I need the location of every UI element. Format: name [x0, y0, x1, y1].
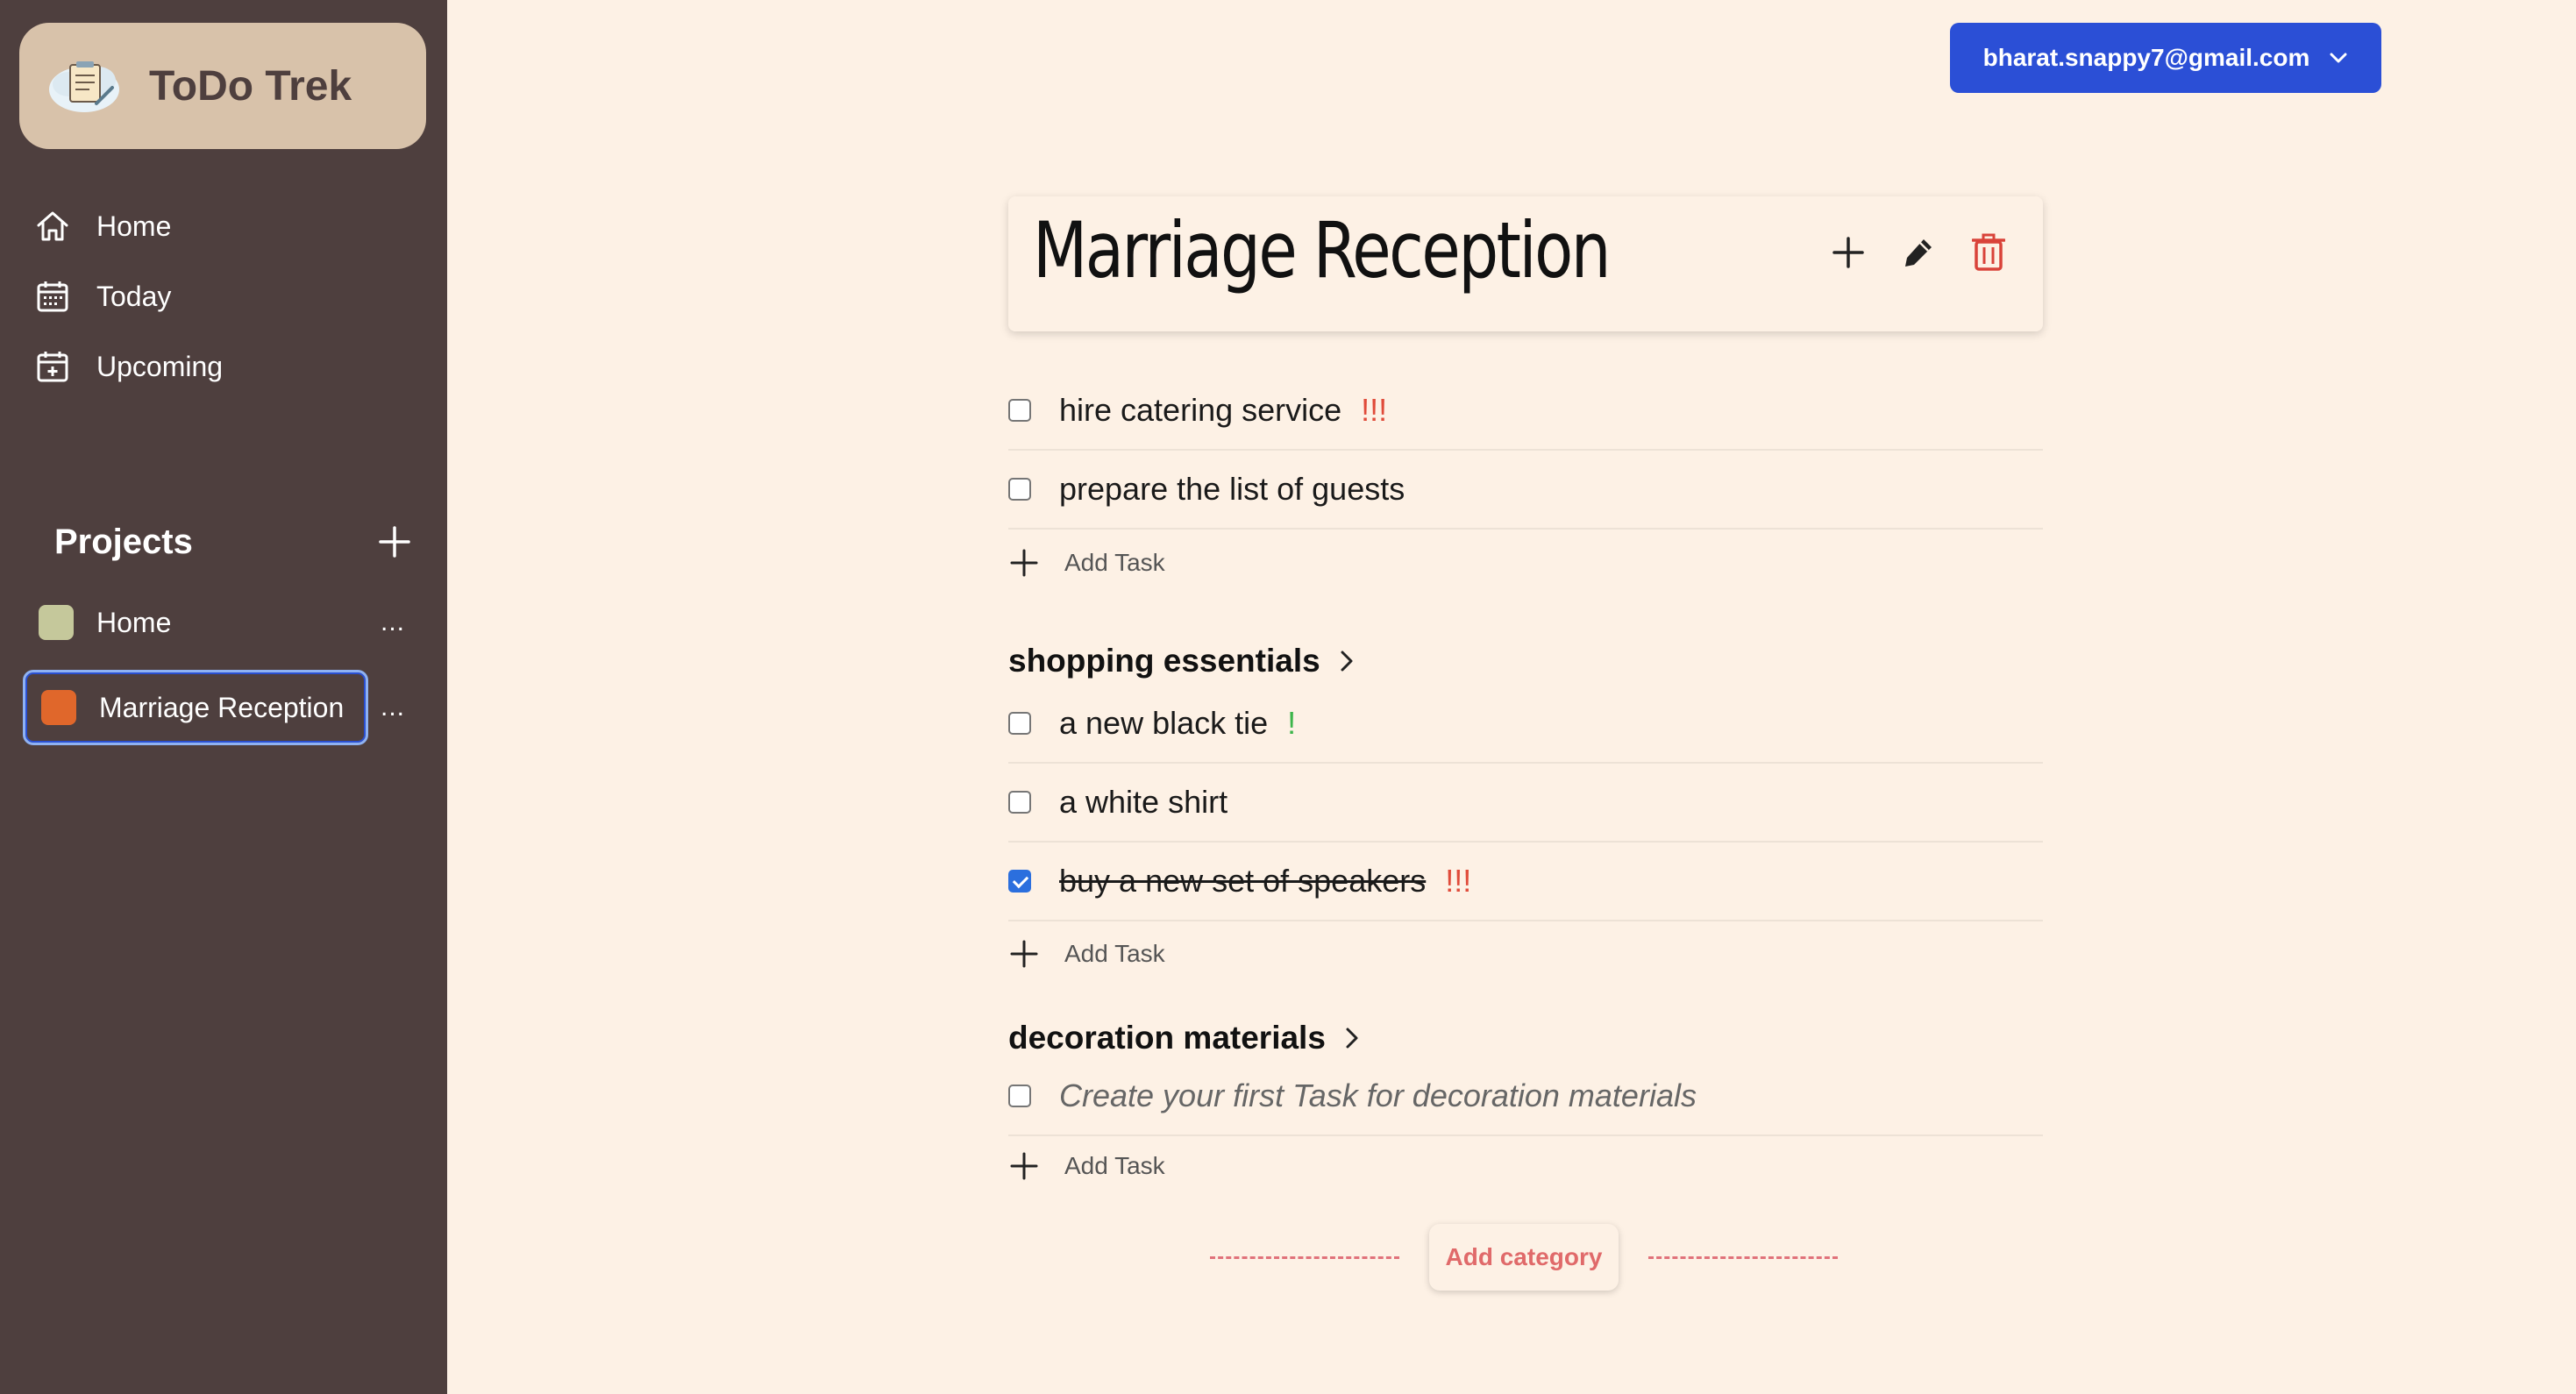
- account-email: bharat.snappy7@gmail.com: [1982, 44, 2310, 71]
- chevron-right-icon: [1341, 651, 1353, 672]
- edit-pen-icon[interactable]: [1899, 231, 1938, 274]
- project-row-home: Home ...: [23, 585, 409, 660]
- chevron-down-icon: [2330, 53, 2347, 63]
- project-color-swatch: [39, 605, 74, 640]
- add-task-button[interactable]: Add Task: [1008, 1140, 1165, 1192]
- priority-indicator: !!!: [1445, 863, 1472, 899]
- priority-indicator: !!!: [1361, 392, 1388, 428]
- account-dropdown[interactable]: bharat.snappy7@gmail.com: [1950, 23, 2381, 93]
- add-task-label: Add Task: [1064, 549, 1165, 576]
- sidebar: ToDo Trek Home Today Upcoming Projects H…: [0, 0, 447, 1394]
- add-category-row: Add category: [1210, 1224, 1838, 1291]
- divider: [1648, 1255, 1838, 1259]
- task-row: prepare the list of guests: [1008, 451, 2043, 530]
- task-checkbox-checked[interactable]: [1008, 870, 1031, 893]
- nav-item-today[interactable]: Today: [35, 270, 171, 323]
- task-row: a white shirt: [1008, 764, 2043, 843]
- task-title[interactable]: buy a new set of speakers: [1059, 863, 1426, 900]
- project-label: Marriage Reception: [99, 691, 345, 723]
- project-item-home[interactable]: Home: [23, 585, 368, 660]
- calendar-icon: [37, 281, 68, 312]
- nav-item-label: Today: [96, 280, 172, 312]
- nav-item-label: Upcoming: [96, 350, 224, 382]
- add-project-icon[interactable]: [375, 523, 414, 561]
- app-title: ToDo Trek: [149, 62, 352, 110]
- category-title: decoration materials: [1008, 1020, 1326, 1056]
- task-row-placeholder: Create your first Task for decoration ma…: [1008, 1057, 2043, 1136]
- category-title: shopping essentials: [1008, 643, 1320, 679]
- task-checkbox[interactable]: [1008, 791, 1031, 814]
- nav-item-upcoming[interactable]: Upcoming: [35, 340, 223, 393]
- priority-indicator: !: [1287, 705, 1297, 741]
- add-icon[interactable]: [1829, 231, 1868, 274]
- task-checkbox[interactable]: [1008, 399, 1031, 422]
- calendar-plus-icon: [37, 352, 68, 382]
- category-header-decoration-materials[interactable]: decoration materials: [1008, 1012, 1359, 1064]
- task-title[interactable]: a new black tie: [1059, 705, 1268, 742]
- task-checkbox[interactable]: [1008, 478, 1031, 501]
- task-row: a new black tie !: [1008, 685, 2043, 764]
- nav-item-label: Home: [96, 210, 172, 242]
- project-title: Marriage Reception: [1033, 205, 1612, 295]
- project-color-swatch: [41, 690, 76, 725]
- chevron-right-icon: [1346, 1028, 1358, 1049]
- plus-icon: [1010, 1152, 1038, 1180]
- task-placeholder-text[interactable]: Create your first Task for decoration ma…: [1059, 1078, 1697, 1114]
- project-label: Home: [96, 606, 172, 638]
- task-title[interactable]: hire catering service: [1059, 392, 1341, 429]
- add-category-button[interactable]: Add category: [1429, 1224, 1619, 1291]
- task-title[interactable]: prepare the list of guests: [1059, 471, 1405, 508]
- project-row-marriage-reception: Marriage Reception ...: [23, 670, 409, 745]
- project-item-marriage-reception[interactable]: Marriage Reception: [23, 670, 368, 745]
- home-icon: [37, 211, 68, 241]
- project-header-card: Marriage Reception: [1008, 196, 2043, 331]
- task-title[interactable]: a white shirt: [1059, 784, 1228, 821]
- trash-icon[interactable]: [1969, 231, 2008, 274]
- add-task-label: Add Task: [1064, 1152, 1165, 1179]
- projects-title: Projects: [54, 522, 193, 561]
- task-checkbox[interactable]: [1008, 1085, 1031, 1107]
- plus-icon: [1010, 549, 1038, 577]
- task-row: hire catering service !!!: [1008, 372, 2043, 451]
- category-header-shopping-essentials[interactable]: shopping essentials: [1008, 635, 1354, 687]
- project-actions: [1829, 231, 2008, 274]
- app-logo[interactable]: ToDo Trek: [19, 23, 426, 149]
- task-checkbox[interactable]: [1008, 712, 1031, 735]
- nav-item-home[interactable]: Home: [35, 200, 171, 252]
- task-row: buy a new set of speakers !!!: [1008, 843, 2043, 921]
- add-task-button[interactable]: Add Task: [1008, 928, 1165, 980]
- add-task-button[interactable]: Add Task: [1008, 537, 1165, 589]
- divider: [1210, 1255, 1399, 1259]
- project-more-button[interactable]: ...: [381, 608, 405, 637]
- projects-header: Projects: [54, 516, 414, 568]
- checklist-cloud-icon: [44, 49, 125, 123]
- plus-icon: [1010, 940, 1038, 968]
- add-task-label: Add Task: [1064, 940, 1165, 967]
- project-more-button[interactable]: ...: [381, 693, 405, 722]
